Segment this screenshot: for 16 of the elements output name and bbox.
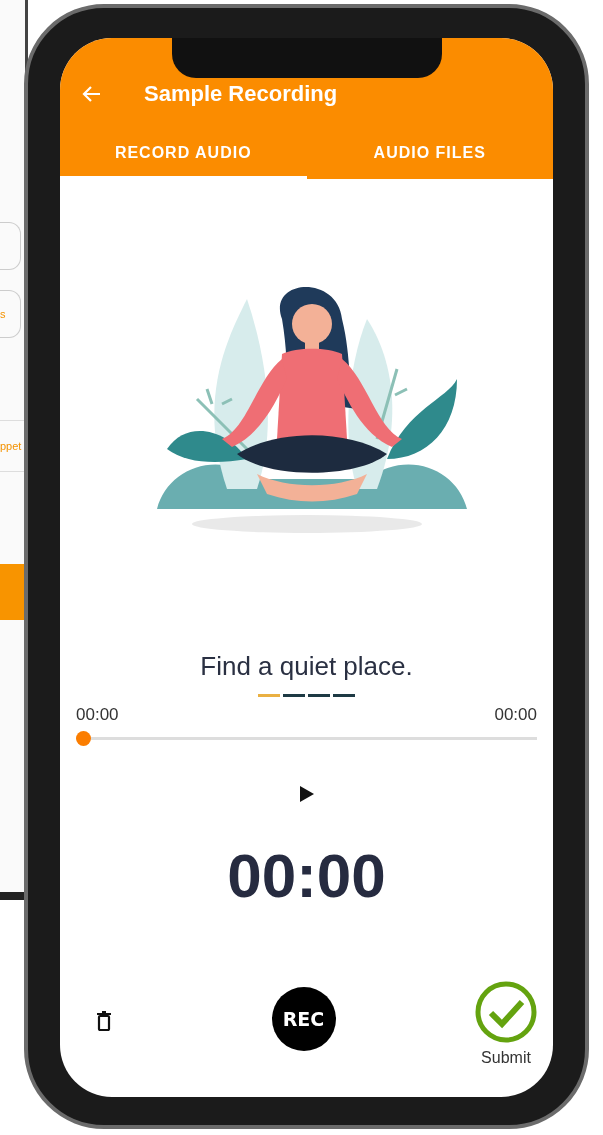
play-icon[interactable] (299, 786, 314, 802)
slider-thumb[interactable] (76, 731, 91, 746)
partial-button[interactable] (0, 222, 21, 270)
record-button[interactable]: REC (271, 987, 336, 1051)
elapsed-time: 00:00 (76, 705, 119, 725)
screen-title: Sample Recording (144, 81, 338, 107)
tab[interactable]: RECORD AUDIO (60, 134, 307, 179)
tab[interactable]: AUDIO FILES (306, 134, 553, 179)
recording-timer: 00:00 (227, 840, 386, 911)
partial-action-bar (0, 564, 25, 620)
submit-check-icon[interactable] (475, 981, 537, 1043)
prompt-text: Find a quiet place. (200, 651, 413, 682)
submit-label: Submit (481, 1049, 531, 1067)
partial-button[interactable]: s (0, 290, 21, 338)
delete-icon[interactable] (96, 1011, 112, 1031)
total-time: 00:00 (494, 705, 537, 725)
